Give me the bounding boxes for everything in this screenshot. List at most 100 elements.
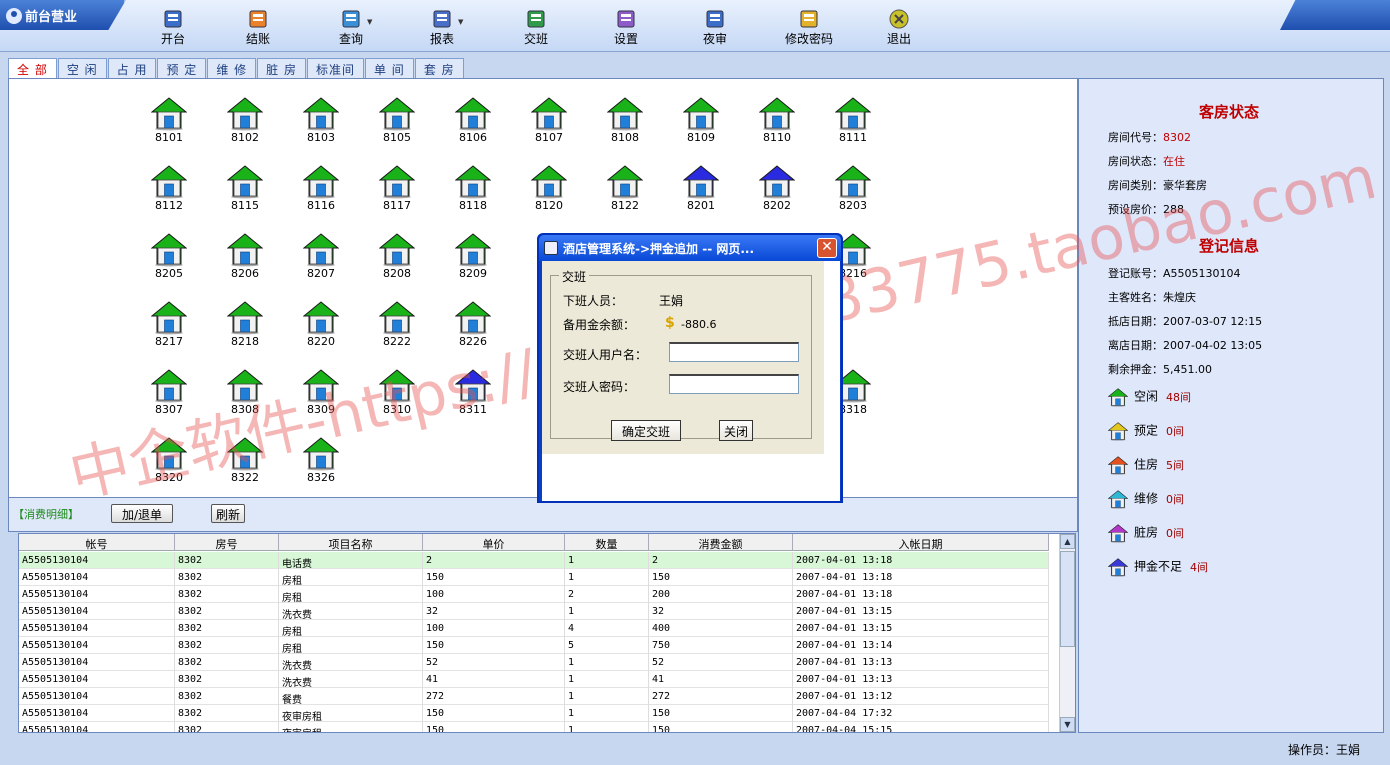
room-8205[interactable]: 8205 [144, 231, 194, 280]
room-8220[interactable]: 8220 [296, 299, 346, 348]
room-8107[interactable]: 8107 [524, 95, 574, 144]
scroll-up-icon[interactable]: ▲ [1060, 534, 1075, 549]
column-header-4[interactable]: 数量 [565, 534, 649, 551]
night-audit-icon [706, 10, 724, 28]
column-header-2[interactable]: 项目名称 [279, 534, 423, 551]
room-8311[interactable]: 8311 [448, 367, 498, 416]
column-header-5[interactable]: 消费金额 [649, 534, 793, 551]
leave-label: 离店日期： [1108, 339, 1163, 352]
table-row[interactable]: A5505130104 8302 电话费 2 1 2 2007-04-01 13:18 [19, 552, 1049, 569]
toolbar-button-3[interactable]: 报表 ▼ [430, 8, 463, 50]
tab-2[interactable]: 占 用 [107, 58, 157, 78]
room-8117[interactable]: 8117 [372, 163, 422, 212]
toolbar-button-8[interactable]: 退出 [887, 8, 911, 50]
room-8105[interactable]: 8105 [372, 95, 422, 144]
room-state-row: 房间状态：在住 [1108, 153, 1185, 169]
tab-4[interactable]: 维 修 [207, 58, 257, 78]
vertical-scrollbar[interactable]: ▲ ▼ [1059, 534, 1075, 732]
table-row[interactable]: A5505130104 8302 洗衣费 52 1 52 2007-04-01 13:13 [19, 654, 1049, 671]
table-cell: 房租 [279, 586, 423, 603]
table-row[interactable]: A5505130104 8302 夜审房租 150 1 150 2007-04-04 17:… [19, 705, 1049, 722]
column-header-0[interactable]: 帐号 [19, 534, 175, 551]
table-row[interactable]: A5505130104 8302 洗衣费 41 1 41 2007-04-01 13:13 [19, 671, 1049, 688]
table-row[interactable]: A5505130104 8302 房租 100 2 200 2007-04-01 13:18 [19, 586, 1049, 603]
house-icon [1107, 456, 1134, 475]
room-8308[interactable]: 8308 [220, 367, 270, 416]
tab-7[interactable]: 单 间 [364, 58, 414, 78]
room-8120[interactable]: 8120 [524, 163, 574, 212]
room-8111[interactable]: 8111 [828, 95, 878, 144]
scroll-thumb[interactable] [1060, 551, 1075, 647]
table-row[interactable]: A55051301048302夜审房租15011502007-04-04 15:… [19, 722, 1049, 732]
table-cell: 2007-04-01 13:18 [793, 569, 1049, 586]
room-8102[interactable]: 8102 [220, 95, 270, 144]
close-icon[interactable]: ✕ [817, 238, 837, 258]
room-8109[interactable]: 8109 [676, 95, 726, 144]
house-icon [144, 367, 194, 403]
room-8218[interactable]: 8218 [220, 299, 270, 348]
add-return-button[interactable]: 加/退单 [111, 504, 173, 523]
room-8101[interactable]: 8101 [144, 95, 194, 144]
tab-6[interactable]: 标准间 [306, 58, 364, 78]
toolbar-button-7[interactable]: 修改密码 [785, 8, 833, 50]
house-icon [1107, 524, 1134, 543]
tab-8[interactable]: 套 房 [414, 58, 464, 78]
room-8122[interactable]: 8122 [600, 163, 650, 212]
close-button[interactable]: 关闭 [719, 420, 753, 441]
room-8108[interactable]: 8108 [600, 95, 650, 144]
room-8103[interactable]: 8103 [296, 95, 346, 144]
toolbar-button-6[interactable]: 夜审 [703, 8, 727, 50]
tab-5[interactable]: 脏 房 [257, 58, 306, 78]
room-8310[interactable]: 8310 [372, 367, 422, 416]
tab-0[interactable]: 全 部 [8, 58, 57, 78]
room-8222[interactable]: 8222 [372, 299, 422, 348]
table-row[interactable]: A5505130104 8302 房租 100 4 400 2007-04-01 13:15 [19, 620, 1049, 637]
toolbar-button-5[interactable]: 设置 [614, 8, 638, 50]
app-title: 前台营业 [0, 0, 126, 30]
room-8207[interactable]: 8207 [296, 231, 346, 280]
room-8208[interactable]: 8208 [372, 231, 422, 280]
table-row[interactable]: A5505130104 8302 餐费 272 1 272 2007-04-01 13:12 [19, 688, 1049, 705]
table-cell: 2007-04-01 13:15 [793, 603, 1049, 620]
chevron-down-icon[interactable]: ▼ [458, 18, 463, 26]
room-8226[interactable]: 8226 [448, 299, 498, 348]
room-8203[interactable]: 8203 [828, 163, 878, 212]
room-8326[interactable]: 8326 [296, 435, 346, 484]
room-8118[interactable]: 8118 [448, 163, 498, 212]
table-row[interactable]: A5505130104 8302 房租 150 1 150 2007-04-01 13:18 [19, 569, 1049, 586]
table-row[interactable]: A5505130104 8302 房租 150 5 750 2007-04-01 13:14 [19, 637, 1049, 654]
toolbar-button-0[interactable]: 开台 [161, 8, 185, 50]
toolbar-button-1[interactable]: 结账 [246, 8, 270, 50]
table-row[interactable]: A5505130104 8302 洗衣费 32 1 32 2007-04-01 13:15 [19, 603, 1049, 620]
confirm-handover-button[interactable]: 确定交班 [611, 420, 681, 441]
tab-1[interactable]: 空 闲 [57, 58, 107, 78]
room-8110[interactable]: 8110 [752, 95, 802, 144]
column-header-6[interactable]: 入帐日期 [793, 534, 1049, 551]
room-8209[interactable]: 8209 [448, 231, 498, 280]
room-8106[interactable]: 8106 [448, 95, 498, 144]
toolbar-button-2[interactable]: 查询 ▼ [339, 8, 372, 50]
column-header-1[interactable]: 房号 [175, 534, 279, 551]
toolbar-button-4[interactable]: 交班 [524, 8, 548, 50]
handover-user-input[interactable] [669, 342, 799, 362]
tab-3[interactable]: 预 定 [157, 58, 207, 78]
column-header-3[interactable]: 单价 [423, 534, 565, 551]
refresh-button[interactable]: 刷新 [211, 504, 245, 523]
room-8202[interactable]: 8202 [752, 163, 802, 212]
scroll-down-icon[interactable]: ▼ [1060, 717, 1075, 732]
room-8206[interactable]: 8206 [220, 231, 270, 280]
room-8320[interactable]: 8320 [144, 435, 194, 484]
checkout-icon [249, 10, 267, 28]
room-8217[interactable]: 8217 [144, 299, 194, 348]
chevron-down-icon[interactable]: ▼ [367, 18, 372, 26]
dialog-form: 交班 下班人员： 王娟 备用金余额： $ -880.6 交班人用户名： 交班人密… [542, 261, 824, 454]
room-8112[interactable]: 8112 [144, 163, 194, 212]
room-8309[interactable]: 8309 [296, 367, 346, 416]
room-8201[interactable]: 8201 [676, 163, 726, 212]
room-8307[interactable]: 8307 [144, 367, 194, 416]
room-8116[interactable]: 8116 [296, 163, 346, 212]
room-8322[interactable]: 8322 [220, 435, 270, 484]
operator-label: 操作员：王娟 [1287, 743, 1360, 757]
handover-password-input[interactable] [669, 374, 799, 394]
room-8115[interactable]: 8115 [220, 163, 270, 212]
